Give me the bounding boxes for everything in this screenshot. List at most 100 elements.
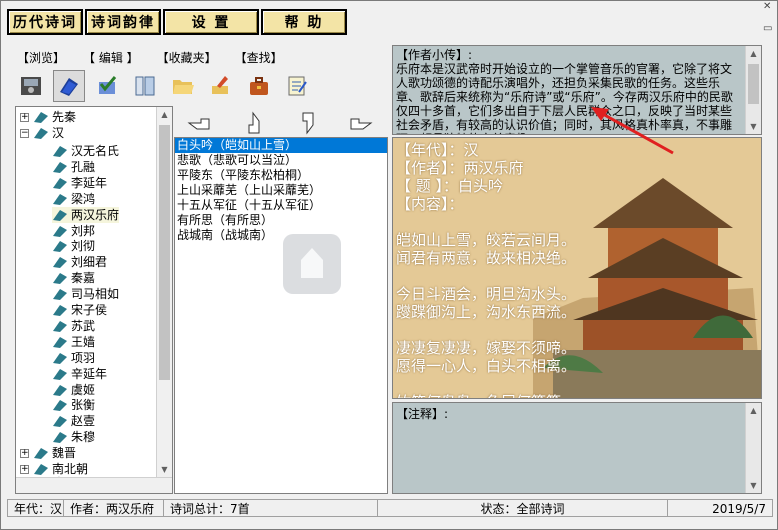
edit-hand-icon[interactable] bbox=[205, 70, 237, 102]
tree-child-label: 秦嘉 bbox=[71, 271, 96, 286]
poem-line: 【作者】：两汉乐府 bbox=[396, 159, 524, 177]
check-list-icon[interactable] bbox=[91, 70, 123, 102]
menu-history-poems[interactable]: 历代诗词 bbox=[7, 9, 83, 35]
tab-browse[interactable]: 【浏览】 bbox=[17, 49, 65, 66]
tree-node-label: 魏晋 bbox=[52, 446, 77, 460]
poem-list-item[interactable]: 十五从军征（十五从军征） bbox=[175, 198, 387, 213]
hand-up-icon[interactable] bbox=[235, 111, 271, 135]
collapse-icon[interactable]: − bbox=[20, 128, 29, 138]
tree-child-item[interactable]: 王嫱 bbox=[52, 334, 95, 350]
poem-list-item[interactable]: 平陵东（平陵东松柏桐） bbox=[175, 168, 387, 183]
tree-child-item[interactable]: 孔融 bbox=[52, 159, 95, 175]
function-tabs: 【浏览】 【 编辑 】 【收藏夹】 【查找】 bbox=[17, 49, 283, 66]
tab-search[interactable]: 【查找】 bbox=[235, 49, 283, 66]
author-bio-text: 乐府本是汉武帝时开始设立的一个掌管音乐的官署，它除了将文人歌功颂德的诗配乐演唱外… bbox=[396, 62, 733, 134]
scroll-down-icon[interactable]: ▼ bbox=[746, 119, 761, 134]
poem-line: 凄凄复凄凄，嫁娶不须啼。 bbox=[396, 339, 577, 357]
tree-child-label: 宋子侯 bbox=[71, 303, 108, 317]
window-restore-icon[interactable]: ▭ bbox=[763, 23, 777, 37]
book-icon bbox=[53, 225, 67, 237]
tree-child-item[interactable]: 张衡 bbox=[52, 397, 95, 413]
tree-child-item[interactable]: 刘彻 bbox=[52, 238, 95, 254]
scroll-down-icon[interactable]: ▼ bbox=[746, 478, 761, 493]
tree-child-label: 项羽 bbox=[71, 350, 96, 365]
scroll-thumb[interactable] bbox=[159, 125, 170, 380]
window-close-icon[interactable]: ✕ bbox=[763, 1, 777, 15]
tree-child-item[interactable]: 汉无名氏 bbox=[52, 143, 119, 159]
tab-edit[interactable]: 【 编辑 】 bbox=[83, 49, 139, 66]
tree-child-label: 苏武 bbox=[71, 318, 96, 333]
tree-child-label: 朱穆 bbox=[71, 430, 96, 445]
book-icon bbox=[53, 305, 67, 316]
author-scrollbar[interactable]: ▲ ▼ bbox=[745, 46, 761, 134]
tree-child-item[interactable]: 李延年 bbox=[52, 175, 107, 191]
tree-child-item[interactable]: 项羽 bbox=[52, 350, 95, 366]
tree-hscrollbar[interactable] bbox=[16, 477, 172, 493]
disk-icon[interactable] bbox=[15, 70, 47, 102]
tree-child-item[interactable]: 宋子侯 bbox=[52, 302, 107, 318]
scroll-down-icon[interactable]: ▼ bbox=[157, 462, 172, 477]
status-author: 作者：两汉乐府 bbox=[63, 499, 163, 517]
notes-scrollbar[interactable]: ▲ ▼ bbox=[745, 403, 761, 493]
tree-child-item[interactable]: 赵壹 bbox=[52, 413, 95, 429]
top-menu: 历代诗词 诗词韵律 设 置 帮 助 bbox=[7, 9, 347, 37]
tree-child-item[interactable]: 秦嘉 bbox=[52, 270, 95, 286]
poem-list-item[interactable]: 悲歌（悲歌可以当泣） bbox=[175, 153, 387, 168]
status-date: 2019/5/7 bbox=[667, 499, 773, 517]
menu-settings[interactable]: 设 置 bbox=[163, 9, 259, 35]
tree-child-item[interactable]: 刘邦 bbox=[52, 223, 95, 239]
folder-open-icon[interactable] bbox=[167, 70, 199, 102]
menu-poem-rhythm[interactable]: 诗词韵律 bbox=[85, 9, 161, 35]
briefcase-icon[interactable] bbox=[243, 70, 275, 102]
book-icon bbox=[53, 193, 67, 205]
expand-icon[interactable]: + bbox=[20, 464, 29, 474]
hand-down-icon[interactable] bbox=[289, 111, 325, 135]
book-icon bbox=[53, 400, 67, 412]
poem-list-item[interactable]: 白头吟（皑如山上雪） bbox=[175, 138, 387, 153]
tree-node[interactable]: − 汉 bbox=[20, 125, 64, 141]
hand-left-icon[interactable] bbox=[181, 111, 217, 135]
status-era: 年代：汉 bbox=[7, 499, 63, 517]
book-icon bbox=[53, 320, 67, 332]
book-icon bbox=[53, 368, 67, 380]
expand-icon[interactable]: + bbox=[20, 112, 29, 122]
dynasty-tree[interactable]: + 先秦 − 汉 汉无名氏 孔融 李延年 梁鸿 两汉乐府 刘邦 刘彻 刘细君 秦嘉 司马相如 宋子侯… bbox=[15, 106, 173, 494]
red-arrow-annotation bbox=[591, 107, 674, 155]
scroll-up-icon[interactable]: ▲ bbox=[746, 46, 761, 61]
tree-child-label: 汉无名氏 bbox=[71, 144, 120, 158]
app-window: 历代诗词 诗词韵律 设 置 帮 助 ✕ ▭ 【浏览】 【 编辑 】 【收藏夹】 … bbox=[0, 0, 778, 530]
book-icon bbox=[53, 161, 67, 173]
tree-node[interactable]: + 先秦 bbox=[20, 109, 76, 125]
tree-child-item[interactable]: 梁鸿 bbox=[52, 191, 95, 207]
scroll-thumb[interactable] bbox=[748, 64, 759, 104]
scroll-up-icon[interactable]: ▲ bbox=[746, 403, 761, 418]
expand-icon[interactable]: + bbox=[20, 448, 29, 458]
book-icon bbox=[53, 336, 67, 348]
poem-list[interactable]: 白头吟（皑如山上雪） 悲歌（悲歌可以当泣） 平陵东（平陵东松柏桐） 上山采蘼芜（上山采… bbox=[174, 137, 388, 494]
tree-child-item[interactable]: 辛延年 bbox=[52, 366, 107, 382]
poem-list-item[interactable]: 上山采蘼芜（上山采蘼芜） bbox=[175, 183, 387, 198]
tree-node[interactable]: + 魏晋 bbox=[20, 445, 76, 461]
notepad-icon[interactable] bbox=[281, 70, 313, 102]
tree-child-item[interactable]: 虞姬 bbox=[52, 382, 95, 398]
books-icon[interactable] bbox=[53, 70, 85, 102]
scroll-up-icon[interactable]: ▲ bbox=[157, 107, 172, 122]
hand-right-icon[interactable] bbox=[343, 111, 379, 135]
menu-help[interactable]: 帮 助 bbox=[261, 9, 347, 35]
book-icon bbox=[34, 464, 48, 475]
tree-child-label: 辛延年 bbox=[71, 366, 108, 381]
tree-child-item[interactable]: 苏武 bbox=[52, 318, 95, 334]
poem-display: 【年代】：汉 【作者】：两汉乐府【 题 】：白头吟 【内容】： 皑如山上雪，皎若云间月… bbox=[392, 137, 762, 399]
tree-child-item[interactable]: 刘细君 bbox=[52, 254, 107, 270]
columns-icon[interactable] bbox=[129, 70, 161, 102]
tree-scrollbar[interactable]: ▲ ▼ bbox=[156, 107, 172, 477]
book-icon bbox=[53, 384, 67, 396]
tree-child-item[interactable]: 两汉乐府 bbox=[52, 206, 120, 223]
book-icon bbox=[53, 257, 67, 269]
tab-favorites[interactable]: 【收藏夹】 bbox=[157, 49, 217, 66]
tree-child-label: 刘彻 bbox=[71, 239, 96, 254]
tree-child-item[interactable]: 司马相如 bbox=[52, 286, 119, 302]
tree-child-item[interactable]: 朱穆 bbox=[52, 429, 95, 445]
poem-line: 【 题 】：白头吟 bbox=[396, 177, 504, 195]
poem-line bbox=[396, 375, 576, 393]
